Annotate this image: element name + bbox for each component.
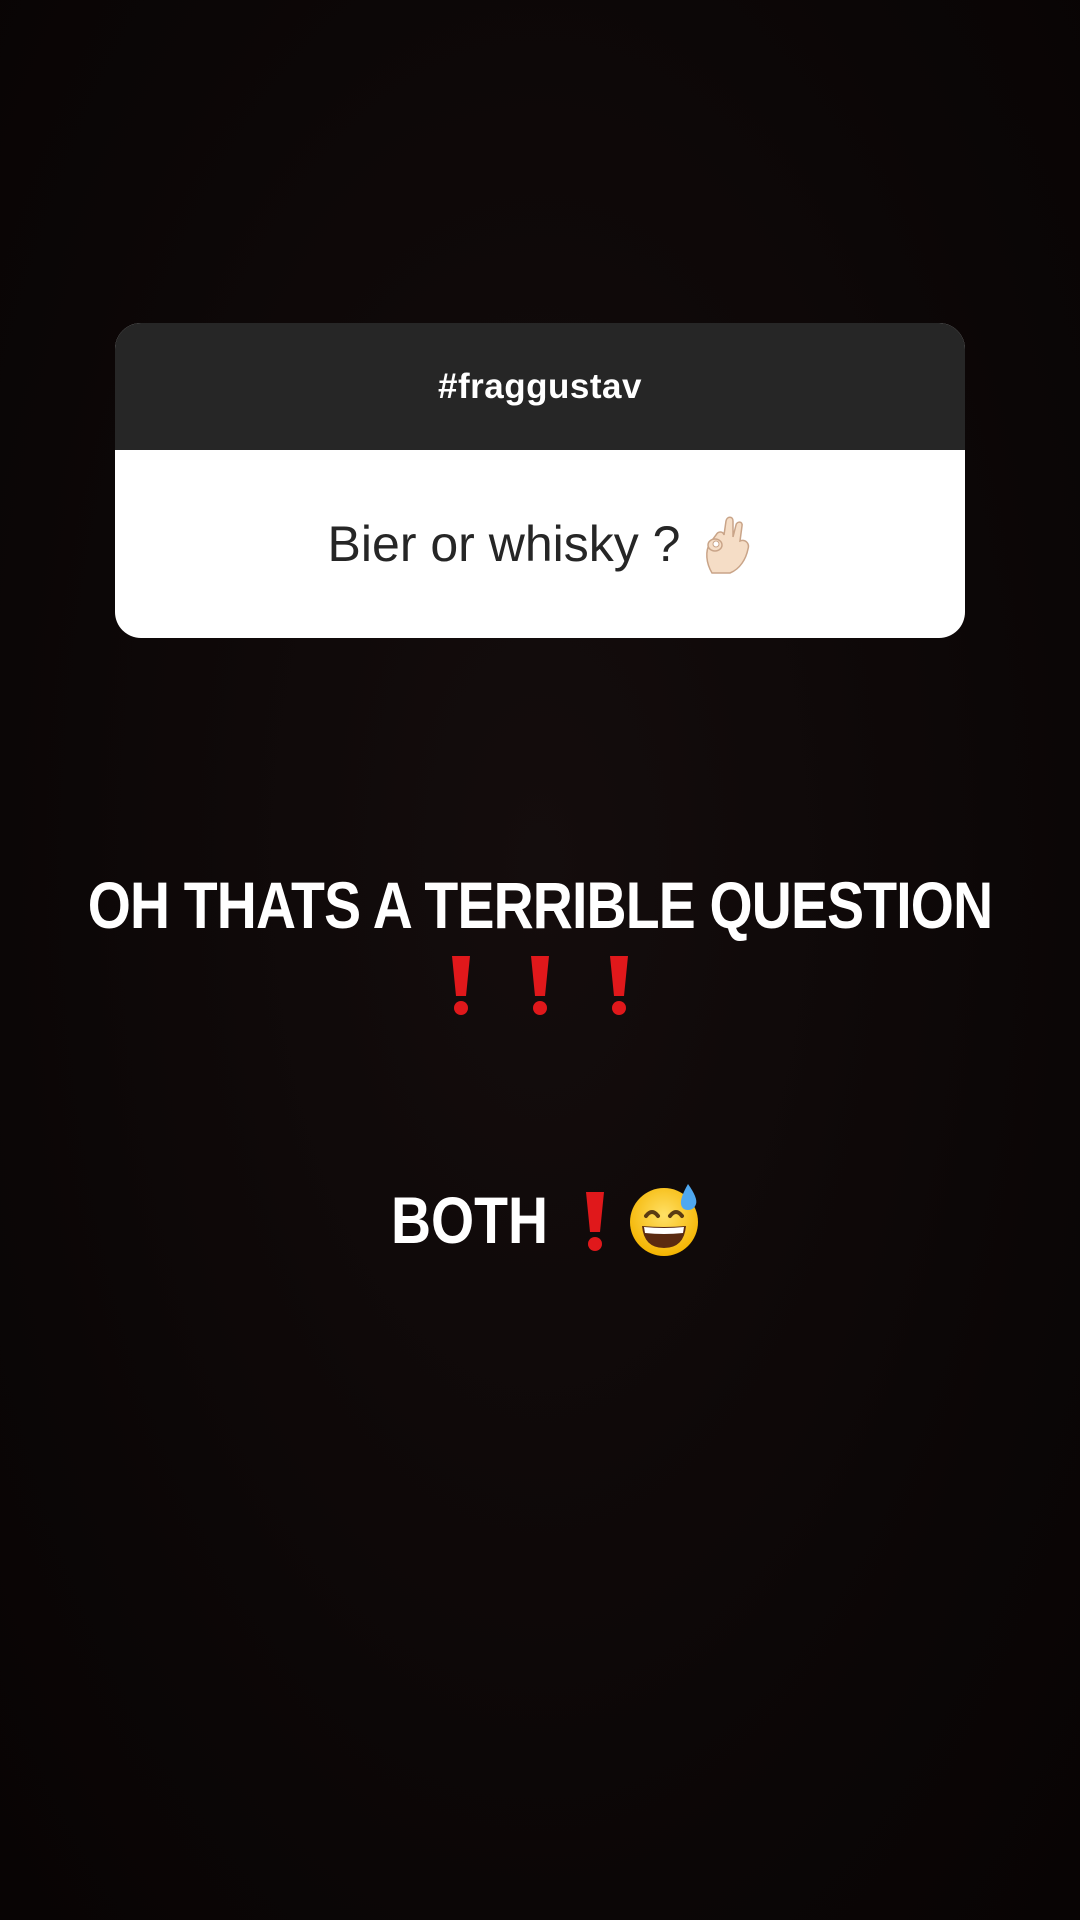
exclamation-mark-icon xyxy=(525,952,555,1016)
caption-line-2-text: BOTH xyxy=(390,1183,548,1257)
question-text: Bier or whisky ? xyxy=(327,516,681,572)
grinning-sweat-face-icon xyxy=(628,1182,704,1258)
exclamation-row xyxy=(0,952,1080,1016)
story-view: #fraggustav Bier or whisky ? OH THATS A … xyxy=(0,0,1080,1920)
question-sticker-body: Bier or whisky ? xyxy=(115,450,965,638)
exclamation-mark-icon xyxy=(604,952,634,1016)
question-sticker[interactable]: #fraggustav Bier or whisky ? xyxy=(115,323,965,638)
caption-line-1: OH THATS A TERRIBLE QUESTION xyxy=(87,868,993,942)
hashtag-label: #fraggustav xyxy=(438,366,642,406)
question-sticker-header: #fraggustav xyxy=(115,323,965,450)
exclamation-mark-icon xyxy=(446,952,476,1016)
exclamation-mark-icon xyxy=(580,1188,610,1252)
ok-hand-icon xyxy=(702,513,752,575)
caption-line-2: BOTH xyxy=(0,1180,1080,1260)
